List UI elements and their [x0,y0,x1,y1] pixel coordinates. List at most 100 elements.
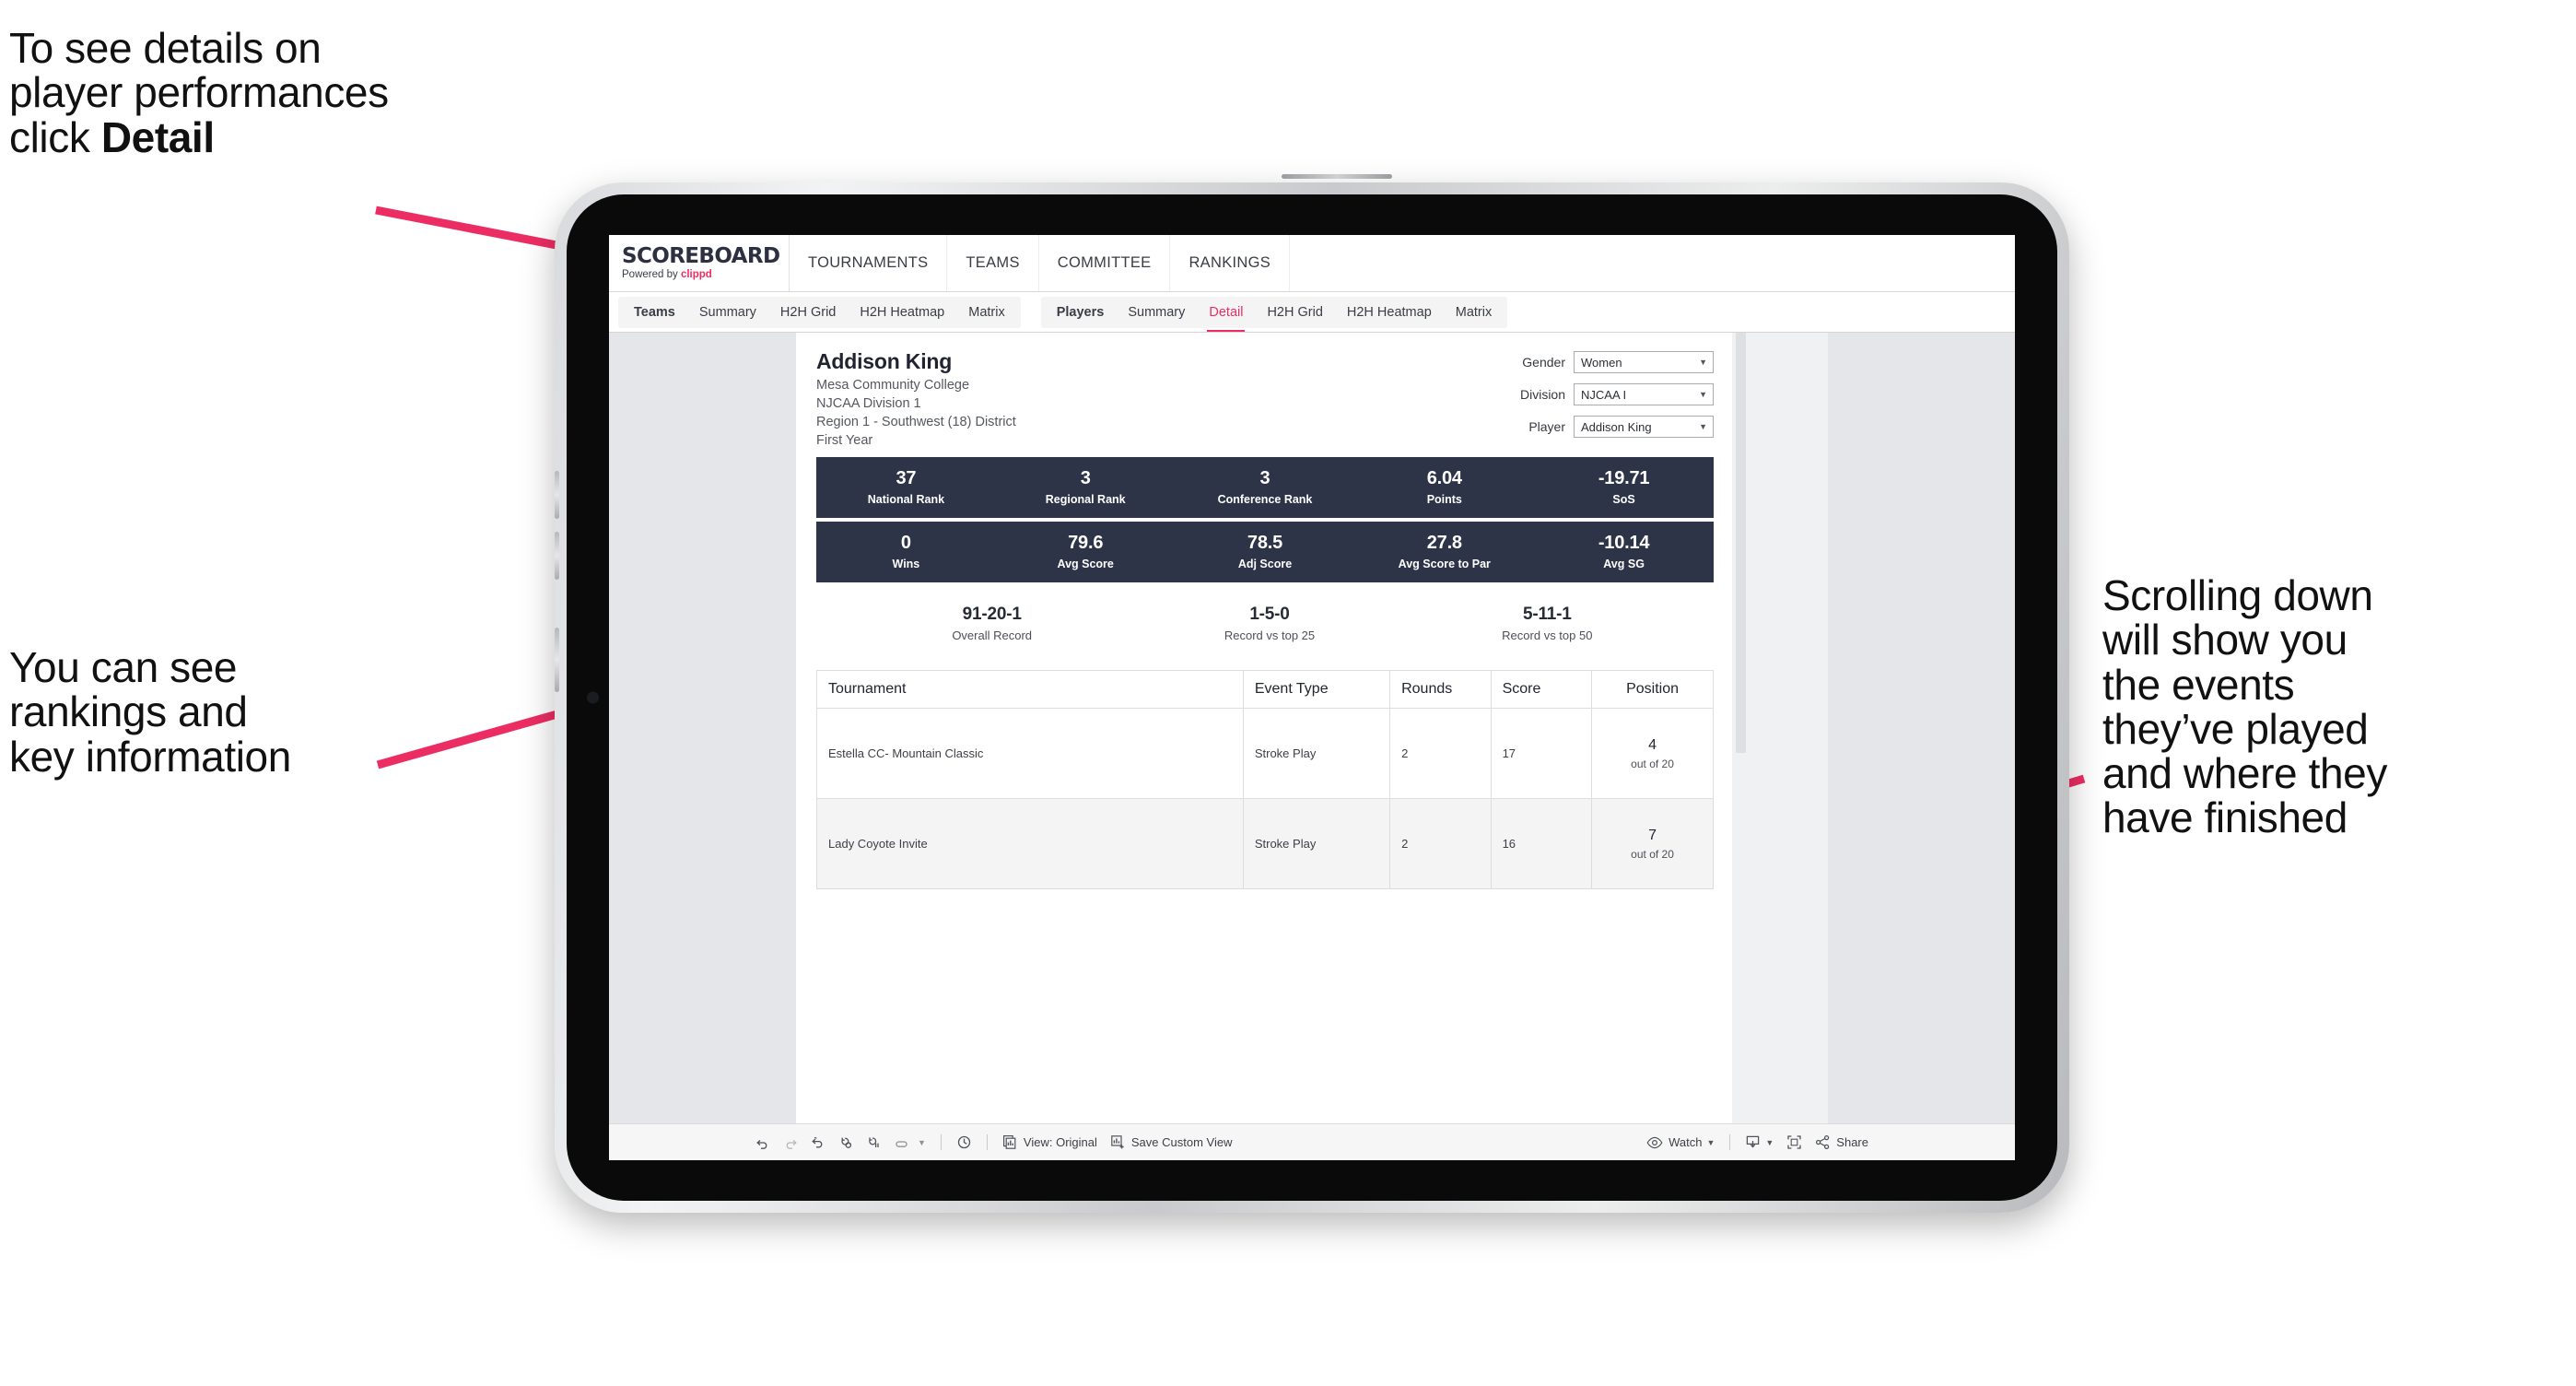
stat-national-rank-label: National Rank [867,493,945,506]
volume-up-button[interactable] [555,471,559,519]
filter-division-select[interactable]: NJCAA I ▼ [1574,383,1714,405]
stat-regional-rank: 3 Regional Rank [996,469,1176,507]
stat-points: 6.04 Points [1354,468,1534,507]
col-position[interactable]: Position [1591,670,1714,709]
filter-player-label: Player [1528,419,1565,434]
player-identity: Addison King Mesa Community College NJCA… [816,349,1474,448]
tab-teams-h2h-heatmap[interactable]: H2H Heatmap [848,297,956,328]
filter-panel: Gender Women ▼ Division NJCAA I ▼ Player… [1474,349,1714,448]
save-custom-view-label: Save Custom View [1130,1135,1233,1149]
annotation-top-left-bold: Detail [100,112,215,161]
tab-players-summary[interactable]: Summary [1116,297,1197,328]
tab-players-matrix-label: Matrix [1455,304,1493,320]
stat-avg-score-to-par: 27.8 Avg Score to Par [1354,534,1534,571]
front-camera-icon [587,691,599,704]
view-toolbar: ▼ View: Original Save Custom View Watch … [609,1123,2015,1160]
topnav-committee[interactable]: COMMITTEE [1039,235,1171,291]
table-row[interactable]: Lady Coyote Invite Stroke Play 2 16 7 ou… [816,798,1714,889]
save-custom-view-button[interactable]: Save Custom View [1104,1131,1239,1155]
refresh-data-button[interactable] [832,1131,860,1155]
vertical-scrollbar-track[interactable] [1732,333,1749,1123]
stat-wins: 0 Wins [816,533,996,571]
stat-avg-score-to-par-label: Avg Score to Par [1398,558,1491,570]
record-vs-top-25: 1-5-0 Record vs top 25 [1130,605,1408,642]
stat-national-rank-value: 37 [896,468,917,488]
logo-brand-clippd: clippd [680,268,712,280]
annotation-right: Scrolling down will show you the events … [2102,571,2387,842]
stat-bar-scoring: 0 Wins 79.6 Avg Score 78.5 Adj Score 27.… [816,522,1714,582]
share-button[interactable]: Share [1809,1131,1875,1155]
cell-event-type: Stroke Play [1242,708,1391,799]
revert-button[interactable] [804,1131,832,1155]
power-button[interactable] [555,628,559,692]
filter-gender-label: Gender [1522,355,1565,370]
tab-teams-label: Teams [634,304,675,320]
undo-button[interactable] [749,1131,777,1155]
player-header: Addison King Mesa Community College NJCA… [816,349,1714,448]
download-button[interactable]: ▼ [1739,1131,1780,1155]
auto-update-dropdown-button[interactable]: ▼ [887,1131,932,1155]
tab-players-h2h-grid[interactable]: H2H Grid [1255,297,1334,328]
chevron-down-icon: ▼ [1765,1137,1774,1147]
cell-score: 16 [1490,798,1593,889]
chevron-down-icon: ▼ [1706,1137,1715,1147]
tab-players[interactable]: Players [1045,297,1117,328]
tablet-device-frame: SCOREBOARD Powered by clippd TOURNAMENTS… [555,174,2069,1213]
topnav-rankings-label: RANKINGS [1188,254,1271,271]
tab-players-h2h-heatmap[interactable]: H2H Heatmap [1335,297,1444,328]
stat-conference-rank: 3 Conference Rank [1176,469,1355,507]
stat-points-value: 6.04 [1426,468,1462,488]
tab-teams-h2h-heatmap-label: H2H Heatmap [860,304,945,320]
stat-wins-value: 0 [900,533,911,553]
topnav-teams[interactable]: TEAMS [947,235,1039,291]
scoreboard-app: SCOREBOARD Powered by clippd TOURNAMENTS… [609,235,2015,1160]
table-row[interactable]: Estella CC- Mountain Classic Stroke Play… [816,708,1714,799]
tablet-antenna-strip [1282,174,1393,179]
app-header: SCOREBOARD Powered by clippd TOURNAMENTS… [609,235,2015,292]
app-logo[interactable]: SCOREBOARD Powered by clippd [609,235,790,291]
topnav-spacer [1290,235,2015,291]
stat-avg-score: 79.6 Avg Score [996,534,1176,571]
col-tournament[interactable]: Tournament [816,670,1244,709]
stat-avg-sg: -10.14 Avg SG [1534,534,1714,571]
filter-gender-select[interactable]: Women ▼ [1574,351,1714,373]
view-original-button[interactable]: View: Original [996,1131,1104,1155]
cell-rounds: 2 [1389,798,1492,889]
col-event-type[interactable]: Event Type [1242,670,1391,709]
col-score[interactable]: Score [1490,670,1593,709]
topnav-rankings[interactable]: RANKINGS [1170,235,1291,291]
slide-canvas: To see details on player performances cl… [0,0,2576,1386]
filter-player-select[interactable]: Addison King ▼ [1574,416,1714,438]
pause-refresh-clock-button[interactable] [950,1131,978,1155]
tab-players-detail[interactable]: Detail [1197,297,1255,332]
stat-sos: -19.71 SoS [1534,468,1714,507]
watch-button[interactable]: Watch ▼ [1640,1131,1721,1155]
topnav-tournaments[interactable]: TOURNAMENTS [790,235,948,291]
stat-adj-score-value: 78.5 [1247,533,1283,553]
fullscreen-button[interactable] [1780,1131,1809,1155]
player-division: NJCAA Division 1 [816,396,921,411]
tab-group-teams: Teams Summary H2H Grid H2H Heatmap Matri… [618,296,1021,328]
tab-players-detail-label: Detail [1209,304,1244,320]
col-rounds[interactable]: Rounds [1389,670,1492,709]
tab-players-matrix[interactable]: Matrix [1444,297,1504,328]
tab-group-players: Players Summary Detail H2H Grid H2H Heat… [1040,296,1508,332]
stat-sos-value: -19.71 [1598,468,1650,488]
redo-button[interactable] [777,1131,804,1155]
filter-gender-value: Women [1581,355,1622,370]
tab-teams-matrix[interactable]: Matrix [956,297,1016,328]
toolbar-divider [1729,1134,1731,1150]
filter-player-value: Addison King [1581,419,1652,434]
pause-auto-update-button[interactable] [860,1131,887,1155]
topnav-committee-label: COMMITTEE [1057,254,1152,271]
cell-tournament: Estella CC- Mountain Classic [816,708,1244,799]
watch-label: Watch [1669,1135,1703,1149]
tab-teams[interactable]: Teams [622,297,687,328]
vertical-scrollbar-thumb[interactable] [1736,333,1746,753]
record-vs-top-25-value: 1-5-0 [1249,605,1290,624]
tab-teams-h2h-grid[interactable]: H2H Grid [768,297,848,328]
volume-down-button[interactable] [555,532,559,580]
tab-teams-summary[interactable]: Summary [687,297,768,328]
player-school: Mesa Community College [816,378,970,393]
filter-gender-row: Gender Women ▼ [1474,351,1714,373]
